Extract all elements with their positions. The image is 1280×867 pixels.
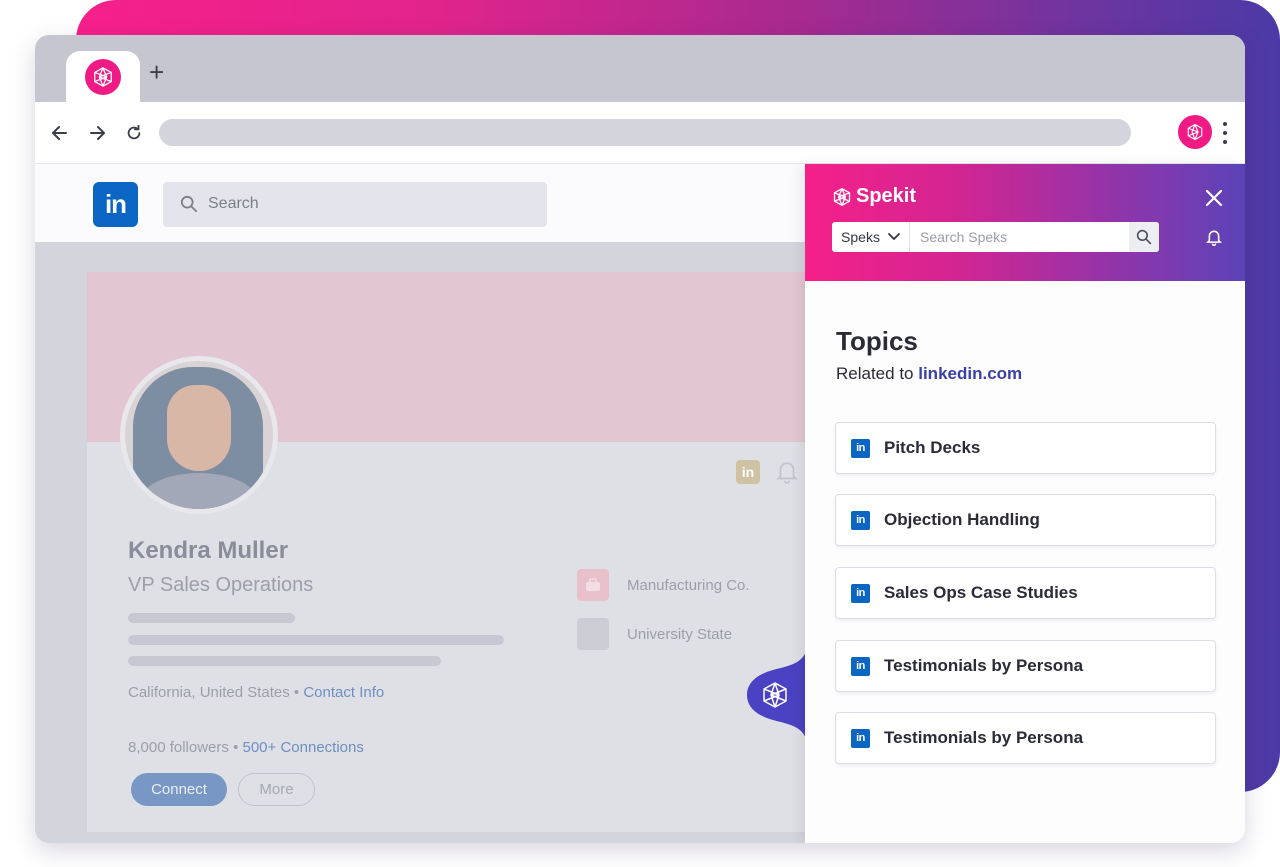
- connect-button[interactable]: Connect: [131, 773, 227, 806]
- profile-avatar[interactable]: [120, 356, 278, 514]
- spekit-brand: Spekit: [832, 185, 916, 208]
- topics-heading: Topics: [836, 326, 918, 356]
- spekit-search-input[interactable]: [910, 222, 1129, 252]
- topic-label: Pitch Decks: [884, 438, 981, 457]
- close-icon[interactable]: [1202, 186, 1226, 210]
- forward-arrow-icon[interactable]: [85, 121, 109, 145]
- brand-name: Spekit: [856, 185, 917, 207]
- browser-tab-bar: +: [35, 35, 1245, 103]
- education-school[interactable]: University State: [577, 618, 732, 650]
- linkedin-icon: in: [851, 656, 870, 676]
- topic-item[interactable]: in Pitch Decks: [835, 422, 1216, 474]
- experience-company[interactable]: Manufacturing Co.: [577, 569, 750, 601]
- followers-count: 8,000 followers: [128, 739, 229, 756]
- spekit-logo-icon: [833, 187, 851, 206]
- topic-label: Testimonials by Persona: [884, 656, 1084, 675]
- topic-item[interactable]: in Testimonials by Persona: [835, 712, 1216, 764]
- spekit-extension-icon[interactable]: [1178, 115, 1212, 149]
- linkedin-small-icon[interactable]: in: [736, 460, 760, 484]
- related-prefix: Related to: [836, 364, 919, 383]
- search-button[interactable]: [1129, 222, 1159, 252]
- topic-label: Sales Ops Case Studies: [884, 583, 1078, 602]
- web-page: in Search in Kendra Muller VP Sales Oper…: [35, 164, 1245, 843]
- topic-label: Testimonials by Persona: [884, 728, 1084, 747]
- linkedin-icon: in: [851, 438, 870, 458]
- chevron-down-icon: [888, 233, 900, 241]
- search-scope-dropdown[interactable]: Speks: [832, 222, 910, 252]
- search-placeholder: Search: [208, 195, 259, 212]
- placeholder-line: [128, 656, 441, 666]
- school-icon: [577, 618, 609, 650]
- spekit-search-group: Speks: [832, 222, 1159, 252]
- briefcase-icon: [577, 569, 609, 601]
- spekit-panel: Spekit Speks Search Speks Topics Related…: [805, 164, 1245, 843]
- topic-label: Objection Handling: [884, 510, 1040, 529]
- browser-toolbar: [35, 102, 1245, 164]
- related-domain-link[interactable]: linkedin.com: [918, 364, 1022, 383]
- notification-bell-icon[interactable]: [1205, 229, 1223, 251]
- browser-menu-icon[interactable]: [1219, 120, 1231, 146]
- linkedin-search-input[interactable]: Search: [163, 182, 547, 227]
- spekit-logo-icon: [85, 59, 121, 95]
- separator-dot: •: [228, 739, 243, 756]
- profile-location: California, United States: [128, 684, 290, 701]
- related-line: Related to linkedin.com: [836, 364, 1022, 384]
- new-tab-button[interactable]: +: [149, 59, 164, 85]
- search-icon: [180, 195, 198, 218]
- topic-item[interactable]: in Sales Ops Case Studies: [835, 567, 1216, 619]
- search-icon: [1136, 229, 1152, 245]
- profile-name: Kendra Muller: [128, 537, 289, 564]
- more-button[interactable]: More: [238, 773, 315, 806]
- contact-info-link[interactable]: Contact Info: [303, 684, 384, 701]
- placeholder-line: [128, 613, 295, 623]
- separator-dot: •: [289, 684, 304, 701]
- bell-icon[interactable]: [776, 460, 798, 484]
- linkedin-icon: in: [851, 510, 870, 530]
- linkedin-logo-icon[interactable]: in: [93, 182, 138, 227]
- browser-tab-active[interactable]: [66, 51, 140, 103]
- linkedin-icon: in: [851, 583, 870, 603]
- stage: + in Search in Kendra Muller VP Sales Op…: [0, 0, 1280, 867]
- back-arrow-icon[interactable]: [48, 121, 72, 145]
- profile-stats-row: 8,000 followers • 500+ Connections: [128, 739, 364, 756]
- spekit-launcher-tab[interactable]: [747, 644, 807, 746]
- address-bar[interactable]: [159, 119, 1131, 146]
- placeholder-line: [128, 635, 504, 645]
- profile-title: VP Sales Operations: [128, 574, 314, 596]
- topic-item[interactable]: in Testimonials by Persona: [835, 640, 1216, 692]
- topic-item[interactable]: in Objection Handling: [835, 494, 1216, 546]
- linkedin-icon: in: [851, 728, 870, 748]
- browser-window: + in Search in Kendra Muller VP Sales Op…: [35, 35, 1245, 843]
- connections-link[interactable]: 500+ Connections: [243, 739, 364, 756]
- school-name: University State: [627, 625, 733, 643]
- company-name: Manufacturing Co.: [627, 576, 750, 594]
- profile-action-icons: in: [736, 460, 798, 484]
- search-scope-label: Speks: [841, 229, 880, 245]
- spekit-panel-header: Spekit Speks: [805, 164, 1245, 281]
- reload-icon[interactable]: [122, 121, 146, 145]
- profile-location-row: California, United States • Contact Info: [128, 684, 384, 701]
